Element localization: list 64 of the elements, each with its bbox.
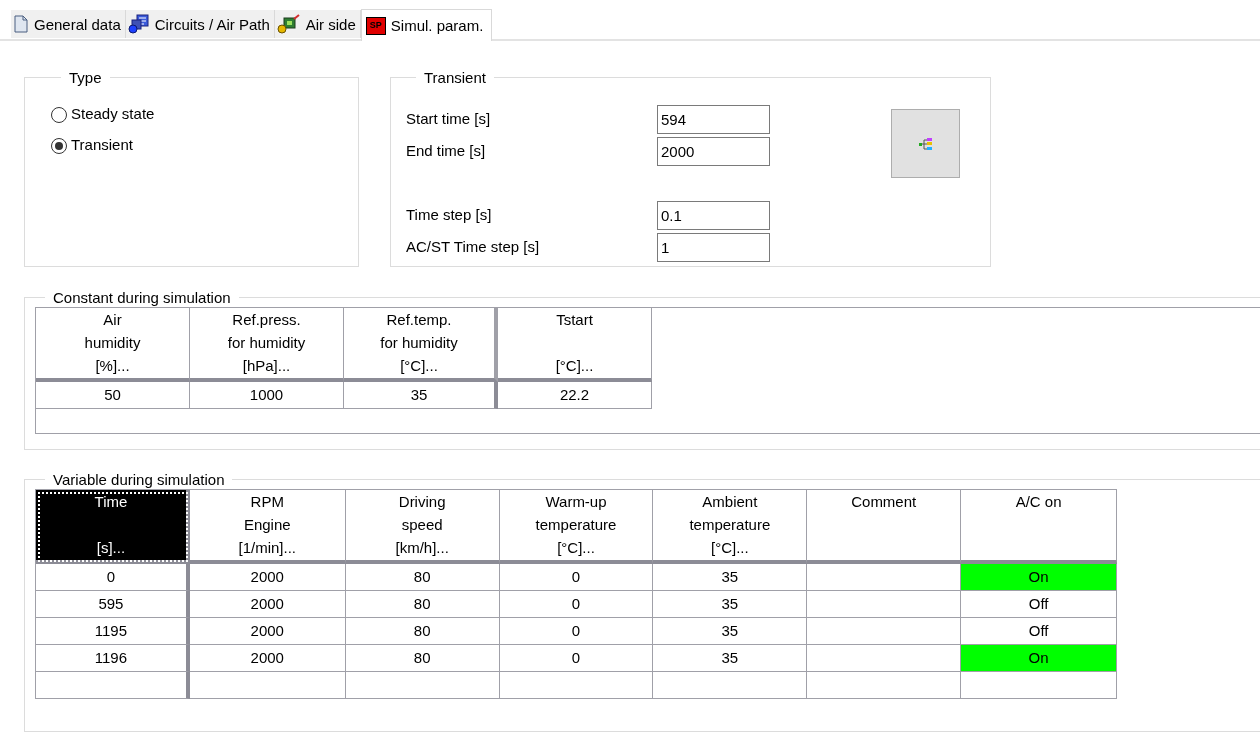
column-header[interactable]: RPM Engine [1/min]... [189,490,346,564]
table-cell: 35 [344,382,498,409]
table-cell: 0 [499,618,654,645]
column-header[interactable]: Ref.press. for humidity [hPa]... [190,308,344,382]
table-cell: On [961,645,1117,672]
table-cell: 22.2 [498,382,652,409]
fan-unit-icon [276,14,301,34]
table-cell: 2000 [189,564,346,591]
table-cell: 80 [345,618,500,645]
table-cell: 35 [653,645,808,672]
input-field[interactable]: 2000 [657,136,770,166]
table-cell: 2000 [189,645,346,672]
stacked-windows-icon [127,14,150,34]
table-cell: 1196 [36,645,190,672]
table-cell: 35 [653,564,808,591]
column-header[interactable]: Time [s]... [36,490,190,564]
table-cell: 80 [345,645,500,672]
table-cell: Off [961,618,1117,645]
group-title: Type [68,70,103,85]
input-field[interactable]: 0.1 [657,200,770,230]
table-cell: 80 [345,564,500,591]
field-label: AC/ST Time step [s] [406,236,541,257]
column-header[interactable]: Driving speed [km/h]... [345,490,500,564]
table-cell: 1000 [190,382,344,409]
table-cell: 1195 [36,618,190,645]
table-cell: 0 [36,564,190,591]
radio-button[interactable] [51,106,67,123]
field-label: End time [s] [406,140,487,161]
group-title: Transient [423,70,487,85]
column-header[interactable]: Ambient temperature [°C]... [653,490,808,564]
radio-button[interactable] [51,137,67,154]
table-cell: 0 [499,591,654,618]
input-field[interactable]: 594 [657,104,770,134]
sp-icon: SP [365,16,386,35]
radio-option[interactable]: Transient [51,130,332,161]
table-cell: 0 [499,564,654,591]
table-cell: Off [961,591,1117,618]
table-cell: 2000 [189,618,346,645]
table-cell: 0 [499,645,654,672]
table-cell: 50 [36,382,190,409]
table-cell: 595 [36,591,190,618]
radio-option[interactable]: Steady state [51,99,332,130]
column-header[interactable]: Comment [807,490,962,564]
input-field[interactable]: 1 [657,232,770,262]
tree-icon [918,136,933,151]
column-header[interactable]: Air humidity [%]... [36,308,190,382]
document-icon [13,15,29,33]
field-label: Start time [s] [406,108,492,129]
column-header[interactable]: Warm-up temperature [°C]... [499,490,654,564]
table-cell: 35 [653,618,808,645]
tab[interactable]: Air side [274,10,361,38]
group-title: Constant during simulation [52,290,232,305]
table-cell: 2000 [189,591,346,618]
column-header[interactable]: Tstart [°C]... [498,308,652,382]
tab[interactable]: General data [11,10,126,38]
column-header[interactable]: Ref.temp. for humidity [°C]... [344,308,498,382]
tab[interactable]: Circuits / Air Path [125,10,275,38]
field-label: Time step [s] [406,204,493,225]
table-cell: 35 [653,591,808,618]
tab[interactable]: SP Simul. param. [360,9,493,41]
table-cell: 80 [345,591,500,618]
column-header[interactable]: A/C on [961,490,1117,564]
group-title: Variable during simulation [52,472,226,487]
table-cell: On [961,564,1117,591]
